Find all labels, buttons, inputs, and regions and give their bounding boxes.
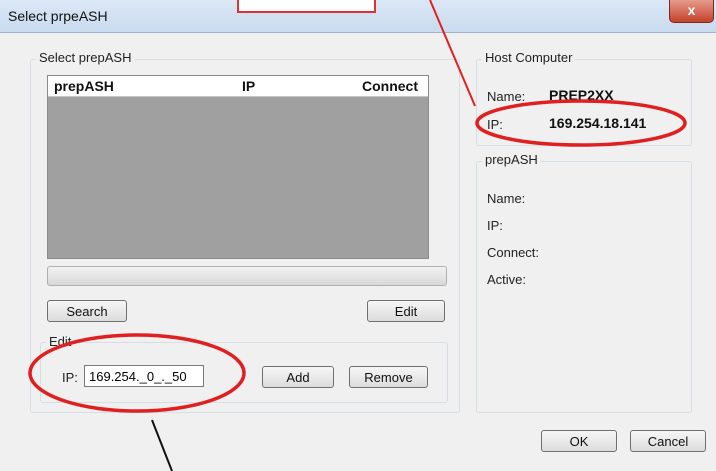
progress-bar [47, 266, 447, 286]
dialog-window: Select prpeASH x Select prepASH prepASH … [0, 0, 716, 471]
close-button[interactable]: x [669, 0, 714, 23]
host-ip-value: 169.254.18.141 [549, 115, 647, 131]
prepash-connect-label: Connect: [487, 245, 540, 260]
select-prepash-legend: Select prepASH [36, 50, 135, 65]
annotation-box [237, 0, 376, 13]
prepash-info-legend: prepASH [482, 152, 541, 167]
add-button[interactable]: Add [262, 366, 334, 388]
list-header: prepASH IP Connect [48, 76, 428, 97]
window-title: Select prpeASH [8, 8, 108, 24]
prepash-name-label: Name: [487, 191, 526, 206]
search-button[interactable]: Search [47, 300, 127, 322]
ip-input[interactable] [84, 365, 204, 387]
annotation-arrow-bottom [151, 419, 173, 471]
remove-button[interactable]: Remove [349, 366, 428, 388]
host-computer-legend: Host Computer [482, 50, 576, 65]
prepash-ip-label: IP: [487, 218, 503, 233]
edit-ip-label: IP: [62, 370, 78, 385]
prepash-list[interactable]: prepASH IP Connect [47, 75, 429, 259]
prepash-active-label: Active: [487, 272, 527, 287]
column-connect[interactable]: Connect [362, 78, 418, 94]
host-name-value: PREP2XX [549, 87, 614, 103]
ok-button[interactable]: OK [541, 430, 617, 452]
cancel-button[interactable]: Cancel [630, 430, 706, 452]
edit-legend: Edit [46, 334, 75, 349]
edit-button[interactable]: Edit [367, 300, 445, 322]
column-prepash[interactable]: prepASH [54, 78, 114, 94]
column-ip[interactable]: IP [242, 78, 255, 94]
host-name-label: Name: [487, 89, 526, 104]
host-ip-label: IP: [487, 117, 503, 132]
